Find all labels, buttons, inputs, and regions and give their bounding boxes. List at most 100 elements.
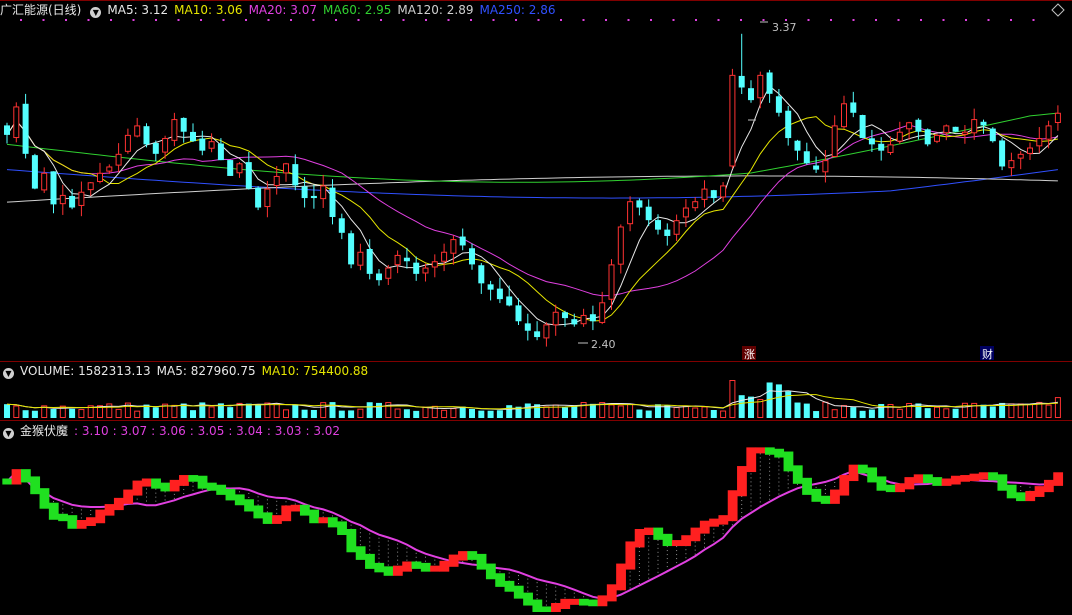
candle-body (13, 106, 20, 139)
indicator-fill-dot (769, 474, 771, 476)
indicator-fill-dot (629, 579, 631, 581)
indicator-fill-dot (638, 554, 640, 556)
volume-bar (934, 406, 940, 418)
volume-bar (571, 405, 578, 418)
candle-body (441, 251, 448, 262)
volume-bar (775, 384, 782, 418)
indicator-step-block (132, 480, 143, 496)
indicator-fill-dot (657, 571, 659, 573)
indicator-step-block (699, 520, 710, 534)
volume-bar (394, 408, 401, 419)
indicator-step-block (327, 517, 338, 528)
candle-body (301, 186, 308, 199)
candle-body (896, 131, 903, 142)
indicator-fill-dot (527, 586, 529, 588)
indicator-step-block (737, 466, 747, 497)
indicator-fill-dot (759, 461, 761, 463)
indicator-fill-dot (434, 559, 436, 561)
volume-bar (701, 406, 708, 418)
top-marker-dot (605, 19, 607, 21)
indicator-fill-dot (155, 492, 157, 494)
indicator-fill-dot (378, 557, 380, 559)
indicator-step-block (755, 447, 766, 454)
indicator-fill-dot (62, 508, 64, 510)
indicator-step-block (662, 533, 673, 547)
volume-bar (813, 411, 820, 418)
candle-body (617, 226, 624, 265)
indicator-fill-dot (378, 537, 380, 539)
volume-dropdown-icon[interactable]: ▼ (3, 368, 14, 379)
indicator-fill-dot (80, 517, 82, 519)
indicator-fill-dot (90, 510, 92, 512)
top-marker-dot (290, 19, 292, 21)
volume-bar (1054, 397, 1061, 419)
candle-body (813, 165, 820, 170)
volume-bar (850, 407, 857, 418)
indicator-fill-dot (183, 489, 185, 491)
top-marker-dot (942, 19, 945, 21)
indicator-fill-dot (759, 497, 761, 499)
top-marker-dot (200, 19, 202, 21)
volume-bar (338, 410, 345, 418)
indicator-fill-dot (731, 524, 733, 526)
top-marker-dot (897, 19, 900, 21)
indicator-fill-dot (434, 563, 436, 565)
volume-bar (1045, 404, 1052, 419)
indicator-fill-dot (555, 598, 557, 600)
indicator-fill-dot (750, 485, 752, 487)
volume-bar (478, 410, 485, 418)
indicator-step-block (20, 469, 31, 483)
kline-chart-stage[interactable]: 3.37 2.40 涨 财 广汇能源(日线) ▼ MA5: 3.12 MA10: 3.… (0, 0, 1072, 614)
indicator-fill-dot (62, 504, 64, 506)
indicator-step-block (448, 554, 459, 567)
indicator-step-block (523, 592, 533, 606)
candle-body (924, 129, 931, 145)
cai-marker[interactable]: 财 (982, 347, 993, 361)
indicator-fill-dot (266, 503, 268, 505)
indicator-step-block (811, 488, 822, 502)
indicator-fill-dot (518, 575, 519, 577)
indicator-step-block (141, 478, 152, 487)
indicator-step-block (458, 551, 468, 561)
candle-body (599, 302, 606, 323)
zhang-marker[interactable]: 涨 (744, 348, 755, 361)
indicator-step-block (588, 599, 599, 607)
indicator-dropdown-icon[interactable]: ▼ (3, 428, 14, 439)
indicator-step-block (541, 606, 552, 614)
candle-body (134, 125, 141, 137)
indicator-fill-dot (741, 512, 743, 514)
indicator-step-block (337, 521, 347, 535)
candle-body (775, 96, 782, 113)
indicator-fill-dot (378, 545, 380, 547)
volume-bar (4, 404, 10, 418)
kline-chart-svg[interactable]: 3.37 2.40 涨 财 (0, 0, 1072, 614)
candle-body (506, 296, 513, 306)
indicator-step-block (476, 553, 487, 570)
indicator-fill-dot (750, 505, 752, 507)
top-marker-dot (470, 19, 472, 21)
indicator-fill-dot (694, 553, 696, 555)
indicator-fill-dot (759, 457, 761, 459)
indicator-fill-dot (564, 593, 566, 595)
volume-legend-item: MA10: 754400.88 (261, 364, 369, 378)
indicator-fill-dot (676, 546, 678, 548)
indicator-step-block (551, 603, 561, 614)
indicator-fill-dot (359, 544, 361, 546)
candle-body (478, 265, 485, 284)
indicator-fill-dot (638, 578, 640, 580)
indicator-step-block (151, 478, 161, 489)
indicator-step-block (634, 528, 645, 548)
indicator-fill-dot (769, 478, 771, 480)
indicator-fill-dot (769, 490, 771, 492)
dropdown-circle-icon[interactable]: ▼ (90, 7, 102, 18)
indicator-step-block (960, 475, 971, 482)
candle-body (906, 122, 913, 130)
volume-bar (627, 403, 634, 418)
indicator-fill-dot (657, 539, 659, 541)
volume-bar (692, 407, 699, 418)
indicator-fill-dot (1020, 485, 1022, 487)
candle-body (171, 119, 178, 141)
indicator-fill-dot (666, 562, 668, 564)
indicator-fill-dot (257, 496, 259, 498)
indicator-fill-dot (387, 564, 389, 566)
